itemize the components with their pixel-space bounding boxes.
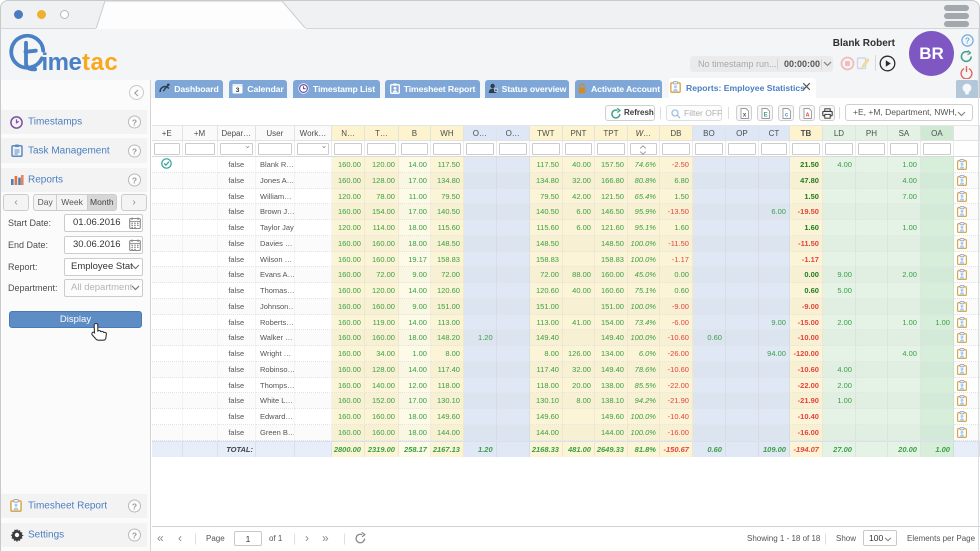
svg-text:3: 3 [236,87,240,94]
svg-text:ime: ime [42,49,82,76]
svg-text:?: ? [965,36,970,45]
svg-text:tac: tac [82,49,118,76]
svg-text:A: A [806,113,810,119]
svg-text:E: E [764,113,768,119]
